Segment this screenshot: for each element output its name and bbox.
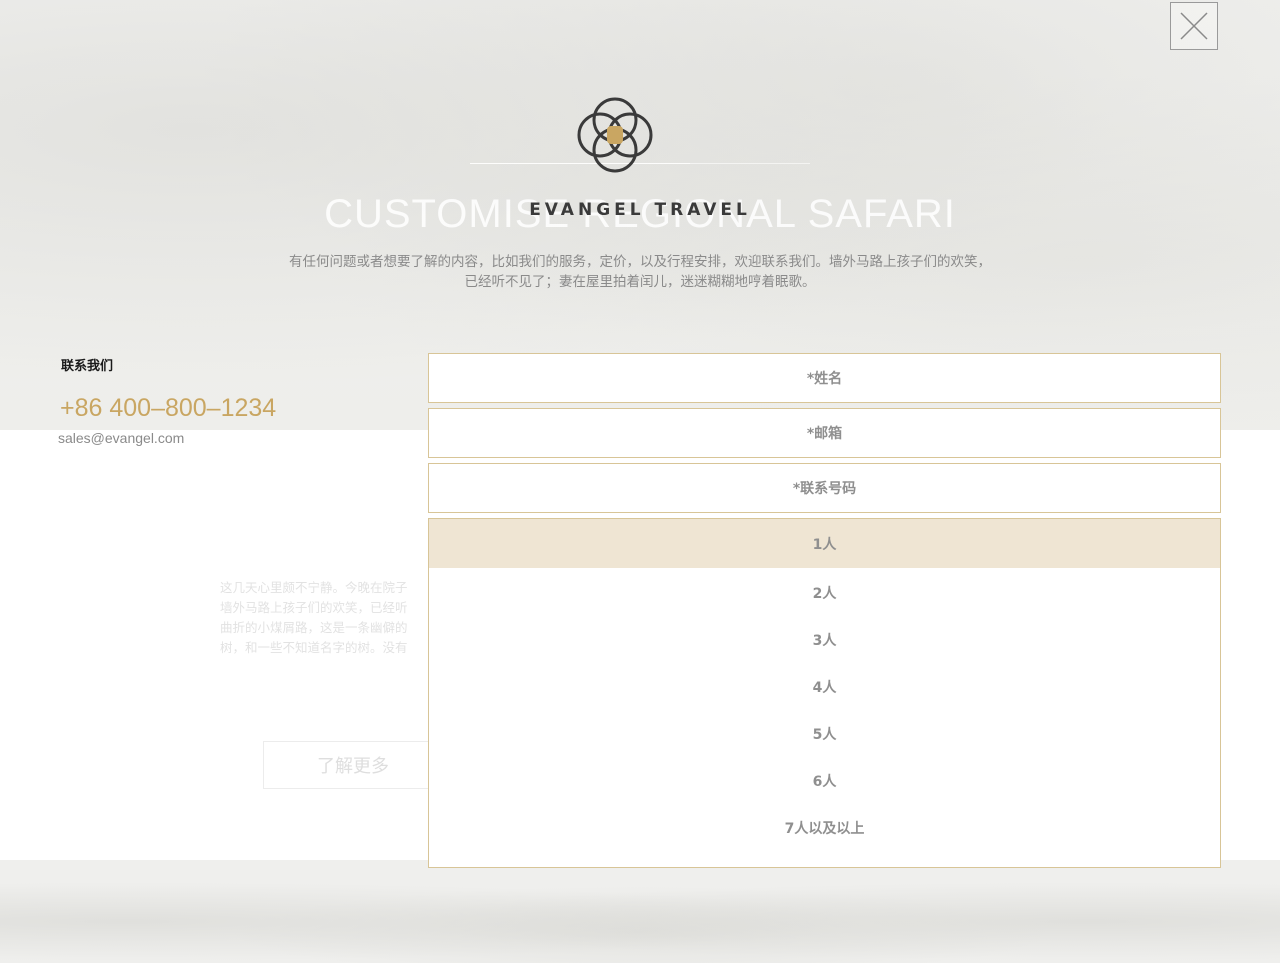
background-paragraph-line: 这几天心里颇不宁静。今晚在院子 xyxy=(220,580,408,595)
intro-line: 已经听不见了；妻在屋里拍着闰儿，迷迷糊糊地哼着眠歌。 xyxy=(464,274,816,290)
party-size-option[interactable]: 5人 xyxy=(429,710,1220,757)
background-more-button: 了解更多 xyxy=(263,741,443,789)
party-size-option[interactable]: 1人 xyxy=(429,519,1220,568)
party-size-dropdown[interactable]: 1人 2人 3人 4人 5人 6人 7人以及以上 xyxy=(428,518,1221,868)
email-field[interactable]: *邮箱 xyxy=(428,408,1221,458)
party-size-option[interactable]: 2人 xyxy=(429,569,1220,616)
party-size-option[interactable]: 3人 xyxy=(429,616,1220,663)
phone-field[interactable]: *联系号码 xyxy=(428,463,1221,513)
logo-divider-right xyxy=(690,163,810,164)
party-size-option[interactable]: 6人 xyxy=(429,757,1220,804)
footer-background xyxy=(0,860,1280,963)
party-size-option[interactable]: 4人 xyxy=(429,663,1220,710)
contact-phone[interactable]: +86 400–800–1234 xyxy=(60,394,276,423)
contact-email[interactable]: sales@evangel.com xyxy=(58,430,184,446)
intro-text: 有任何问题或者想要了解的内容，比如我们的服务，定价，以及行程安排，欢迎联系我们。… xyxy=(240,252,1040,292)
background-paragraph-line: 墙外马路上孩子们的欢笑，已经听 xyxy=(220,600,408,615)
flower-of-life-logo-icon xyxy=(577,97,653,173)
background-paragraph-line: 曲折的小煤屑路，这是一条幽僻的 xyxy=(220,620,408,635)
intro-line: 有任何问题或者想要了解的内容，比如我们的服务，定价，以及行程安排，欢迎联系我们。… xyxy=(289,254,991,270)
background-paragraph-line: 树，和一些不知道名字的树。没有 xyxy=(220,640,408,655)
close-button[interactable] xyxy=(1170,2,1218,50)
close-icon xyxy=(1180,12,1208,40)
name-field[interactable]: *姓名 xyxy=(428,353,1221,403)
background-paragraph: 这几天心里颇不宁静。今晚在院子 墙外马路上孩子们的欢笑，已经听 曲折的小煤屑路，… xyxy=(220,578,430,658)
brand-name: EVANGEL TRAVEL xyxy=(529,200,751,220)
party-size-option[interactable]: 7人以及以上 xyxy=(429,804,1220,851)
contact-heading: 联系我们 xyxy=(61,359,114,374)
